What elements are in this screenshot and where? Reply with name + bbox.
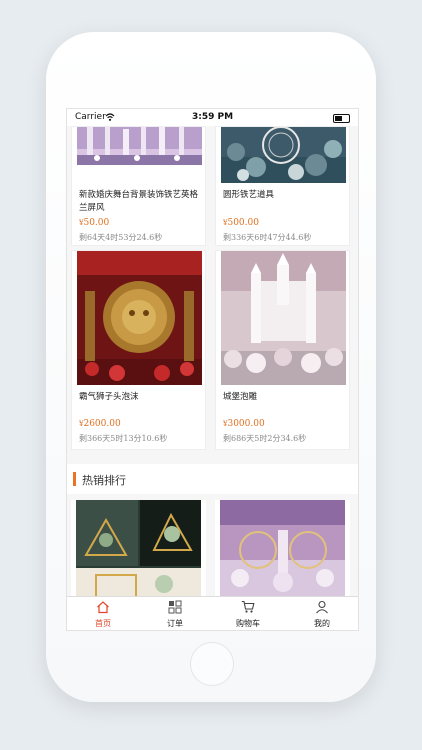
product-image [221, 127, 346, 183]
tab-label: 首页 [95, 619, 111, 628]
product-image [221, 251, 346, 385]
cart-icon [241, 600, 255, 613]
product-title: 城堡泡雕 [223, 392, 258, 402]
tab-profile[interactable]: 我的 [286, 597, 358, 630]
product-title: 圆形铁艺道具 [223, 190, 275, 200]
hot-item-card[interactable] [215, 500, 350, 596]
tab-cart[interactable]: 购物车 [212, 597, 284, 630]
product-price: ¥50.00 [79, 218, 110, 228]
app-screen: Carrier 3:59 PM 新款婚庆舞台背景装饰铁艺英格兰屏风 ¥50.00… [66, 108, 359, 631]
scroll-content[interactable]: 新款婚庆舞台背景装饰铁艺英格兰屏风 ¥50.00 剩64天4时53分24.6秒 … [67, 126, 358, 596]
product-countdown: 剩64天4时53分24.6秒 [79, 233, 163, 242]
product-image [77, 251, 202, 385]
product-title: 新款婚庆舞台背景装饰铁艺英格兰屏风 [79, 190, 199, 213]
product-price: ¥500.00 [223, 218, 259, 228]
tab-label: 订单 [167, 619, 183, 628]
hot-sales-header: 热销排行 [67, 464, 358, 494]
product-image [220, 500, 345, 596]
product-countdown: 剩336天6时47分44.6秒 [223, 233, 312, 242]
battery-icon [333, 114, 350, 123]
product-image [77, 127, 202, 165]
home-button[interactable] [190, 642, 234, 686]
tab-bar: 首页 订单 购物车 我的 [67, 596, 358, 630]
grid-icon [168, 600, 182, 614]
tab-label: 购物车 [236, 619, 260, 628]
tab-label: 我的 [314, 619, 330, 628]
section-title: 热销排行 [82, 474, 126, 487]
hot-item-card[interactable] [71, 500, 206, 596]
product-card[interactable]: 圆形铁艺道具 ¥500.00 剩336天6时47分44.6秒 [215, 126, 350, 246]
product-card[interactable]: 霸气狮子头泡沫 ¥2600.00 剩366天5时13分10.6秒 [71, 250, 206, 450]
product-card[interactable]: 新款婚庆舞台背景装饰铁艺英格兰屏风 ¥50.00 剩64天4时53分24.6秒 [71, 126, 206, 246]
product-card[interactable]: 城堡泡雕 ¥3000.00 剩686天5时2分34.6秒 [215, 250, 350, 450]
product-price: ¥3000.00 [223, 419, 265, 429]
status-bar: Carrier 3:59 PM [67, 109, 358, 126]
product-title: 霸气狮子头泡沫 [79, 392, 139, 402]
product-countdown: 剩686天5时2分34.6秒 [223, 434, 307, 443]
product-image [76, 500, 201, 596]
product-price: ¥2600.00 [79, 419, 121, 429]
status-time: 3:59 PM [191, 112, 234, 122]
tab-orders[interactable]: 订单 [139, 597, 211, 630]
home-icon [97, 601, 109, 614]
section-accent-bar [73, 472, 76, 486]
product-countdown: 剩366天5时13分10.6秒 [79, 434, 168, 443]
user-icon [316, 600, 328, 614]
tab-home[interactable]: 首页 [67, 597, 139, 630]
